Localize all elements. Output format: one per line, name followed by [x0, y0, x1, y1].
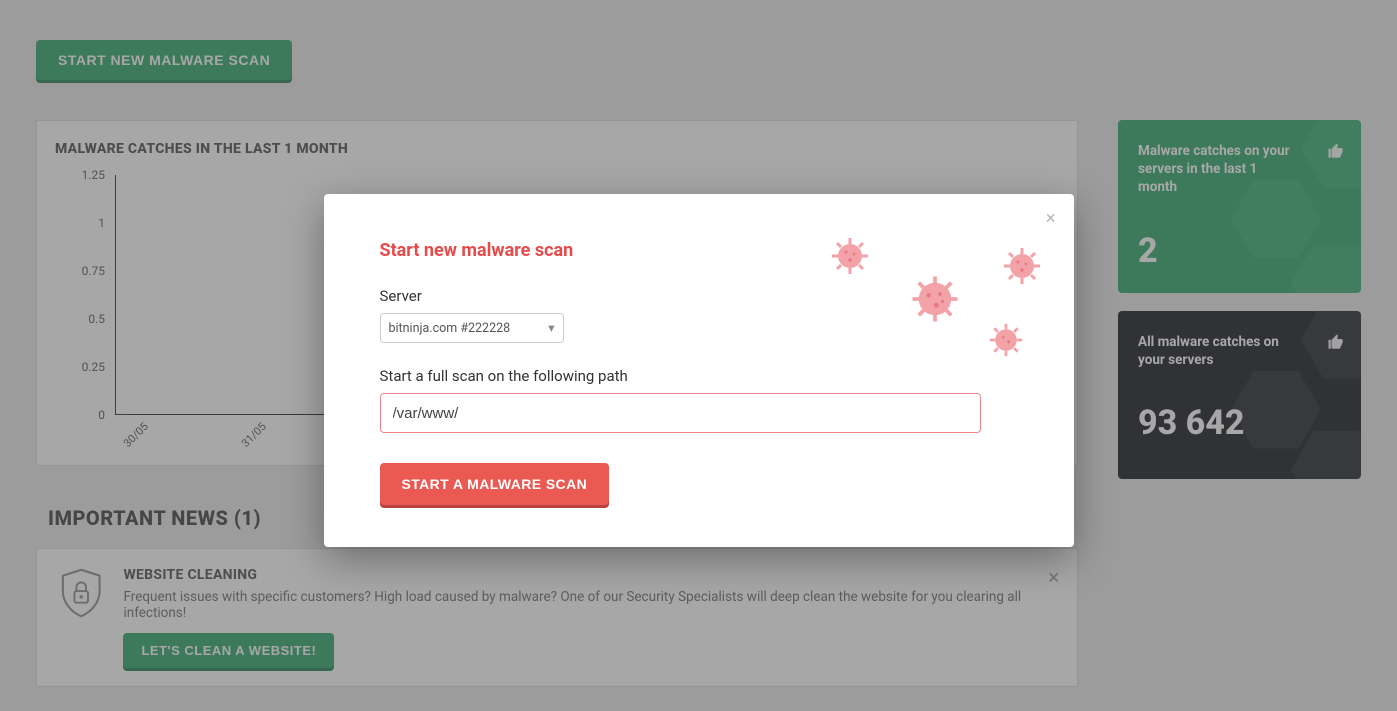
virus-icon [1002, 246, 1042, 286]
server-selected-value: bitninja.com #222228 [389, 321, 511, 336]
modal-overlay[interactable]: × Start new malware scan Server bitninja… [0, 0, 1397, 711]
modal-title: Start new malware scan [380, 240, 1018, 261]
chevron-down-icon: ▾ [548, 320, 554, 336]
virus-icon [910, 274, 960, 324]
close-icon[interactable]: × [1046, 208, 1056, 229]
virus-icon [830, 236, 870, 276]
start-malware-scan-button[interactable]: START A MALWARE SCAN [380, 463, 610, 505]
path-label: Start a full scan on the following path [380, 367, 1018, 385]
server-select[interactable]: bitninja.com #222228 ▾ [380, 313, 564, 343]
scan-modal: × Start new malware scan Server bitninja… [324, 194, 1074, 547]
path-input[interactable] [380, 393, 981, 433]
virus-icon [988, 322, 1024, 358]
page-root: START NEW MALWARE SCAN MALWARE CATCHES I… [0, 0, 1397, 711]
